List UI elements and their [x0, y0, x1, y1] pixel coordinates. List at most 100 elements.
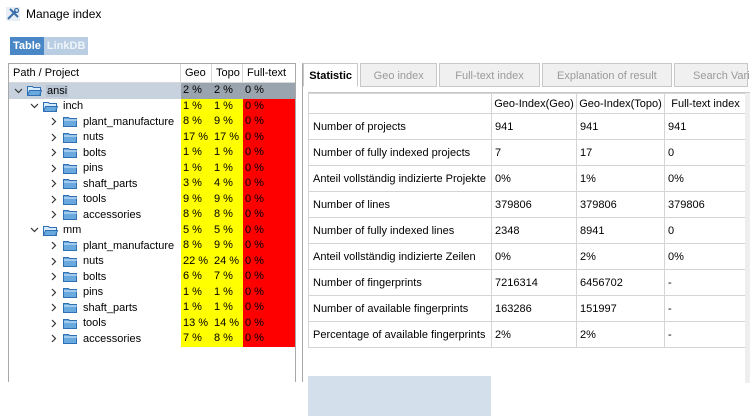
chevron-right-icon[interactable]	[49, 272, 59, 282]
statistics-value-cell: 17	[576, 139, 665, 166]
chevron-right-icon[interactable]	[49, 241, 59, 251]
tree-cell-fulltext: 0 %	[243, 160, 295, 176]
statistics-row[interactable]: Number of projects 941 941 941	[308, 113, 747, 140]
folder-icon	[63, 287, 77, 298]
project-tree: Path / Project Geo Topo Full-text ansi 2 …	[8, 63, 296, 382]
statistics-row[interactable]: Anteil vollständig indizierte Projekte 0%…	[308, 165, 747, 192]
chevron-right-icon[interactable]	[49, 117, 59, 127]
statistics-value-cell: 1%	[576, 165, 665, 192]
tree-row[interactable]: bolts 1 % 1 % 0 %	[9, 145, 295, 161]
tree-cell-topo: 2 %	[212, 83, 243, 99]
tree-cell-path: plant_manufacture	[9, 238, 181, 254]
chevron-right-icon[interactable]	[49, 179, 59, 189]
tree-item-label: shaft_parts	[83, 301, 138, 314]
tree-cell-topo: 1 %	[212, 98, 243, 114]
vertical-scrollbar[interactable]	[745, 93, 750, 383]
chevron-right-icon[interactable]	[49, 287, 59, 297]
statistics-row[interactable]: Number of fully indexed lines 2348 8941 0	[308, 217, 747, 244]
tree-row[interactable]: shaft_parts 3 % 4 % 0 %	[9, 176, 295, 192]
tree-cell-path: bolts	[9, 269, 181, 285]
tree-row[interactable]: accessories 7 % 8 % 0 %	[9, 331, 295, 347]
tree-cell-geo: 8 %	[181, 238, 212, 254]
statistics-value-cell: 8941	[576, 217, 665, 244]
column-header-fulltext[interactable]: Full-text	[243, 64, 295, 82]
statistics-value-cell: 2348	[491, 217, 577, 244]
statistics-row[interactable]: Number of fully indexed projects 7 17 0	[308, 139, 747, 166]
tree-row[interactable]: ansi 2 % 2 % 0 %	[9, 83, 295, 99]
tab-statistic[interactable]: Statistic	[303, 63, 359, 87]
statistics-value-cell: 941	[664, 113, 747, 140]
details-panel: Statistic Geo index Full-text index Expl…	[302, 63, 750, 416]
chevron-right-icon[interactable]	[49, 303, 59, 313]
tree-row[interactable]: mm 5 % 5 % 0 %	[9, 222, 295, 239]
table-view-button[interactable]: Table	[10, 37, 44, 55]
tree-cell-topo: 1 %	[212, 300, 243, 316]
tree-row[interactable]: nuts 22 % 24 % 0 %	[9, 253, 295, 269]
tree-row[interactable]: plant_manufacture 8 % 9 % 0 %	[9, 114, 295, 130]
statistics-value-cell: 0%	[491, 165, 577, 192]
chevron-down-icon[interactable]	[29, 225, 39, 235]
tree-row[interactable]: bolts 6 % 7 % 0 %	[9, 269, 295, 285]
statistics-row-label: Number of projects	[308, 113, 492, 140]
tree-cell-fulltext: 0 %	[243, 315, 295, 331]
column-header-geo-index-geo[interactable]: Geo-Index(Geo)	[491, 93, 577, 114]
chevron-down-icon[interactable]	[29, 101, 39, 111]
statistics-value-cell: 6456702	[576, 269, 665, 296]
statistics-corner-cell	[308, 93, 492, 114]
tree-row[interactable]: pins 1 % 1 % 0 %	[9, 160, 295, 176]
tab-geo-index[interactable]: Geo index	[360, 63, 438, 87]
tree-row[interactable]: inch 1 % 1 % 0 %	[9, 98, 295, 114]
statistics-row[interactable]: Number of available fingerprints 163286 15…	[308, 295, 747, 322]
tree-cell-fulltext: 0 %	[243, 331, 295, 347]
statistics-value-cell: 941	[491, 113, 577, 140]
tree-row[interactable]: shaft_parts 1 % 1 % 0 %	[9, 300, 295, 316]
chevron-right-icon[interactable]	[49, 194, 59, 204]
statistics-value-cell: 941	[576, 113, 665, 140]
folder-icon	[63, 163, 77, 174]
folder-icon	[63, 303, 77, 314]
statistics-row[interactable]: Anteil vollständig indizierte Zeilen 0% 2%…	[308, 243, 747, 270]
chevron-right-icon[interactable]	[49, 132, 59, 142]
tree-row[interactable]: plant_manufacture 8 % 9 % 0 %	[9, 238, 295, 254]
tree-cell-path: mm	[9, 223, 181, 239]
chevron-right-icon[interactable]	[49, 334, 59, 344]
chevron-right-icon[interactable]	[49, 318, 59, 328]
statistics-row[interactable]: Number of fingerprints 7216314 6456702-	[308, 269, 747, 296]
column-header-fulltext-index[interactable]: Full-text index	[664, 93, 747, 114]
chevron-right-icon[interactable]	[49, 163, 59, 173]
tree-cell-path: tools	[9, 192, 181, 208]
chevron-right-icon[interactable]	[49, 256, 59, 266]
column-header-geo[interactable]: Geo	[181, 64, 212, 82]
tree-cell-topo: 9 %	[212, 191, 243, 207]
folder-icon	[63, 241, 77, 252]
column-header-topo[interactable]: Topo	[212, 64, 243, 82]
folder-icon	[63, 132, 77, 143]
statistics-value-cell: 379806	[664, 191, 747, 218]
statistics-row-label: Number of fully indexed lines	[308, 217, 492, 244]
tree-item-label: bolts	[83, 146, 107, 159]
statistics-row-label: Number of fully indexed projects	[308, 139, 492, 166]
chevron-right-icon[interactable]	[49, 210, 59, 220]
tab-fulltext-index[interactable]: Full-text index	[439, 63, 540, 87]
tab-explanation-of-result[interactable]: Explanation of result	[541, 63, 672, 87]
statistics-row[interactable]: Number of lines 379806 379806 379806	[308, 191, 747, 218]
tree-row[interactable]: tools 9 % 9 % 0 %	[9, 191, 295, 208]
tree-row[interactable]: pins 1 % 1 % 0 %	[9, 284, 295, 300]
tree-cell-fulltext: 0 %	[243, 145, 295, 161]
tab-search-variables[interactable]: Search Variab	[673, 63, 750, 87]
linkdb-view-button[interactable]: LinkDB	[43, 37, 89, 55]
chevron-right-icon[interactable]	[49, 148, 59, 158]
tree-row[interactable]: nuts 17 % 17 % 0 %	[9, 129, 295, 145]
tree-item-label: shaft_parts	[83, 177, 138, 190]
statistics-value-cell: 2%	[491, 321, 577, 348]
tree-cell-path: bolts	[9, 145, 181, 161]
chevron-down-icon[interactable]	[13, 86, 23, 96]
tree-row[interactable]: tools 13 % 14 % 0 %	[9, 315, 295, 331]
statistics-row[interactable]: Percentage of available fingerprints 2% 2%…	[308, 321, 747, 348]
column-header-geo-index-topo[interactable]: Geo-Index(Topo)	[576, 93, 665, 114]
tree-row[interactable]: accessories 8 % 8 % 0 %	[9, 207, 295, 223]
tree-cell-fulltext: 0 %	[243, 114, 295, 130]
tree-item-label: accessories	[83, 332, 142, 345]
column-header-path[interactable]: Path / Project	[9, 64, 181, 82]
statistics-value-cell: 379806	[491, 191, 577, 218]
